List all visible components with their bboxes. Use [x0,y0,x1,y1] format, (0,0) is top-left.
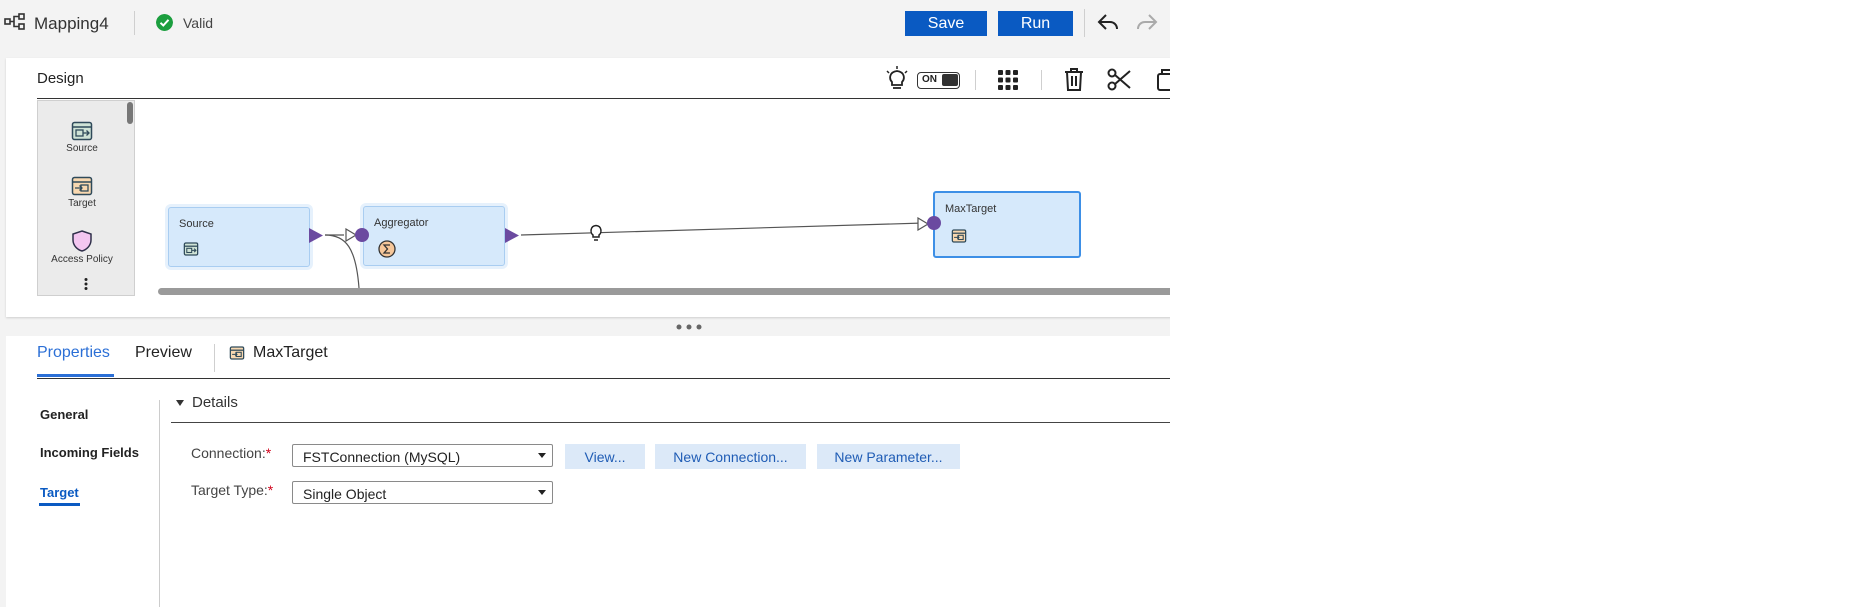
check-circle-icon [156,14,173,31]
node-label: Aggregator [374,217,429,229]
selected-object-name: MaxTarget [253,344,328,361]
tab-preview[interactable]: Preview [135,344,192,362]
side-nav-incoming-fields[interactable]: Incoming Fields [40,445,139,460]
required-marker: * [267,482,274,498]
tab-properties[interactable]: Properties [37,344,110,362]
tab-divider [214,344,215,372]
output-port[interactable] [309,228,323,243]
node-maxtarget[interactable]: MaxTarget [933,191,1081,258]
connection-label-text: Connection: [191,445,266,461]
canvas-horizontal-scrollbar[interactable] [158,288,1170,295]
panel-splitter-handle[interactable] [676,324,702,330]
save-button[interactable]: Save [905,11,987,36]
properties-divider [37,378,1170,379]
input-port[interactable] [927,216,941,230]
details-section-title[interactable]: Details [192,394,238,411]
active-tab-indicator [37,374,114,377]
lightbulb-icon[interactable] [589,224,603,242]
redo-icon[interactable] [1136,12,1158,32]
required-marker: * [265,445,272,461]
side-nav-active-indicator [39,503,80,506]
details-divider [171,422,1170,423]
sigma-icon [378,240,396,258]
target-icon [951,229,967,243]
chevron-down-icon [538,453,546,458]
view-button[interactable]: View... [565,444,645,469]
side-nav-divider [159,400,160,607]
source-icon [183,242,199,256]
node-label: MaxTarget [945,203,997,215]
input-port[interactable] [355,228,369,242]
connection-select[interactable]: FSTConnection (MySQL) [292,444,553,467]
new-parameter-button[interactable]: New Parameter... [817,444,960,469]
target-type-label-text: Target Type: [191,482,268,498]
node-aggregator[interactable]: Aggregator [363,206,505,266]
chevron-down-icon [538,490,546,495]
target-type-value: Single Object [303,486,387,502]
design-panel: Design ON Source Target Access Policy So… [6,58,1170,317]
node-label: Source [179,218,214,230]
header-bar: Mapping4 Valid Save Run [0,0,1170,46]
side-nav-target[interactable]: Target [40,485,79,500]
side-nav-general[interactable]: General [40,407,88,422]
header-divider [134,11,135,35]
new-connection-button[interactable]: New Connection... [655,444,806,469]
node-source[interactable]: Source [168,207,310,267]
target-type-select[interactable]: Single Object [292,481,553,504]
mapping-title: Mapping4 [34,14,109,33]
caret-down-icon[interactable] [175,399,185,407]
validation-status: Valid [183,15,214,31]
mapping-icon [4,13,25,30]
properties-panel: Properties Preview MaxTarget General Inc… [6,336,1170,607]
output-port[interactable] [505,228,519,243]
connection-label: Connection:* [191,445,271,461]
target-icon [229,346,245,360]
run-button[interactable]: Run [998,11,1073,36]
header-divider-2 [1084,9,1085,37]
canvas-links [324,222,925,289]
undo-icon[interactable] [1097,12,1119,32]
app-window: Mapping4 Valid Save Run Design ON Source… [0,0,1170,607]
connection-value: FSTConnection (MySQL) [303,449,461,465]
target-type-label: Target Type:* [191,482,273,498]
